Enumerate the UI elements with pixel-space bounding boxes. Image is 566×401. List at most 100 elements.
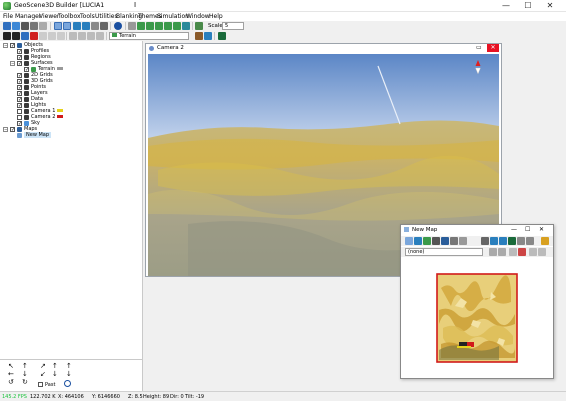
map-select-icon[interactable] (405, 237, 413, 245)
select-icon[interactable] (54, 22, 62, 30)
export-icon[interactable] (218, 32, 226, 40)
move-up-button[interactable]: ↑ (22, 363, 28, 370)
move-forward-left-button[interactable]: ↖ (8, 363, 14, 370)
scale-select[interactable]: 5 (222, 22, 244, 30)
map-layer-select[interactable]: (none) (405, 248, 483, 256)
new-icon[interactable] (3, 22, 11, 30)
zoom-extent-icon[interactable] (64, 380, 71, 387)
profile-tool-icon[interactable] (173, 22, 181, 30)
map-globe-icon[interactable] (508, 237, 516, 245)
layer-move-icon[interactable] (12, 32, 20, 40)
print-icon[interactable] (21, 22, 29, 30)
menu-file[interactable]: File (3, 13, 13, 20)
layer-tool-icon[interactable] (155, 22, 163, 30)
map-close-button[interactable]: ✕ (539, 226, 544, 233)
checkbox-3d-grids[interactable]: ✓ (17, 79, 22, 85)
menu-window[interactable]: Window (186, 13, 210, 20)
checkbox-objects[interactable]: ✓ (10, 43, 15, 49)
copy-icon[interactable] (39, 32, 47, 40)
map-layer-icon[interactable] (423, 237, 431, 245)
stop-icon[interactable] (87, 32, 95, 40)
checkbox-lights[interactable]: ✓ (17, 103, 22, 109)
map-search-icon[interactable] (498, 248, 506, 256)
cut-icon[interactable] (57, 32, 65, 40)
terrain-tool-icon[interactable] (137, 22, 145, 30)
move-back-left-button[interactable]: ↙ (40, 371, 46, 378)
film-icon[interactable] (96, 32, 104, 40)
checkbox-data[interactable]: ✓ (17, 97, 22, 103)
save-icon[interactable] (12, 22, 20, 30)
move-down-button[interactable]: ↓ (22, 371, 28, 378)
pan-icon[interactable] (91, 22, 99, 30)
checkbox-2d-grids[interactable]: ✓ (17, 73, 22, 79)
tilt-up-button[interactable]: ↑ (52, 363, 58, 370)
map-grid-icon[interactable] (517, 237, 525, 245)
map-canvas[interactable] (401, 258, 553, 378)
move-left-button[interactable]: ← (8, 371, 14, 378)
menu-toolbox[interactable]: Toolbox (58, 13, 81, 20)
record-icon[interactable] (78, 32, 86, 40)
checkbox-camera-1[interactable] (17, 109, 22, 114)
checkbox-layers[interactable]: ✓ (17, 91, 22, 97)
play-icon[interactable] (69, 32, 77, 40)
menu-viewer[interactable]: Viewer (39, 13, 59, 20)
select-region-icon[interactable] (63, 22, 71, 30)
pencil-icon[interactable] (195, 32, 203, 40)
camera-icon[interactable] (30, 22, 38, 30)
checkbox-points[interactable]: ✓ (17, 85, 22, 91)
info-icon[interactable] (114, 22, 122, 30)
paste-icon[interactable] (48, 32, 56, 40)
expand-toggle-maps[interactable]: − (3, 127, 8, 132)
menu-manager[interactable]: Manager (15, 13, 41, 20)
zoom-in-icon[interactable] (73, 22, 81, 30)
close-button[interactable]: ✕ (540, 1, 560, 11)
expand-toggle-objects[interactable]: − (3, 43, 8, 48)
checkbox-profiles[interactable]: ✓ (17, 49, 22, 55)
checkbox-maps[interactable]: ✓ (10, 127, 15, 133)
past-checkbox[interactable] (38, 382, 43, 387)
undo-icon[interactable] (39, 22, 47, 30)
camera-maximize-button[interactable]: ▭ (476, 44, 482, 51)
map-settings-icon[interactable] (526, 237, 534, 245)
minimize-button[interactable]: — (496, 1, 516, 11)
checkbox-regions[interactable]: ✓ (17, 55, 22, 61)
zoom-out-icon[interactable] (82, 22, 90, 30)
globe-icon[interactable] (182, 22, 190, 30)
delete-icon[interactable] (30, 32, 38, 40)
surface-select[interactable]: Terrain (109, 32, 189, 40)
maximize-button[interactable]: ☐ (518, 1, 538, 11)
surface-tool-icon[interactable] (146, 22, 154, 30)
layer-edit-icon[interactable] (21, 32, 29, 40)
map-zoom-out-icon[interactable] (499, 237, 507, 245)
tilt-down-button[interactable]: ↓ (52, 371, 58, 378)
map-undo-icon[interactable] (529, 248, 537, 256)
map-print-icon[interactable] (450, 237, 458, 245)
palette-icon[interactable] (204, 32, 212, 40)
map-draw-icon[interactable] (432, 237, 440, 245)
rotate-right-button[interactable]: ↻ (22, 379, 28, 386)
checkbox-sky[interactable]: ✓ (17, 121, 22, 127)
rotate-left-button[interactable]: ↺ (8, 379, 14, 386)
grid-icon[interactable] (128, 22, 136, 30)
lower-button[interactable]: ↓ (66, 371, 72, 378)
layer-add-icon[interactable] (3, 32, 11, 40)
menu-help[interactable]: Help (209, 13, 223, 20)
menu-tools[interactable]: Tools (80, 13, 95, 20)
tree-node-new-map[interactable]: New Map (24, 132, 52, 138)
map-pan-icon[interactable] (481, 237, 489, 245)
refresh-icon[interactable] (195, 22, 203, 30)
map-maximize-button[interactable]: ☐ (525, 226, 530, 233)
checkbox-surfaces[interactable]: ✓ (17, 61, 22, 67)
expand-toggle-surfaces[interactable]: − (10, 61, 15, 66)
camera-close-button[interactable]: ✕ (487, 44, 499, 52)
map-redo-icon[interactable] (538, 248, 546, 256)
move-forward-right-button[interactable]: ↗ (40, 363, 46, 370)
map-copy-icon[interactable] (459, 237, 467, 245)
map-filter-icon[interactable] (489, 248, 497, 256)
map-zoom-icon[interactable] (414, 237, 422, 245)
map-add-icon[interactable] (509, 248, 517, 256)
drill-tool-icon[interactable] (164, 22, 172, 30)
measure-icon[interactable] (100, 22, 108, 30)
raise-button[interactable]: ↑ (66, 363, 72, 370)
map-legend-icon[interactable] (541, 237, 549, 245)
